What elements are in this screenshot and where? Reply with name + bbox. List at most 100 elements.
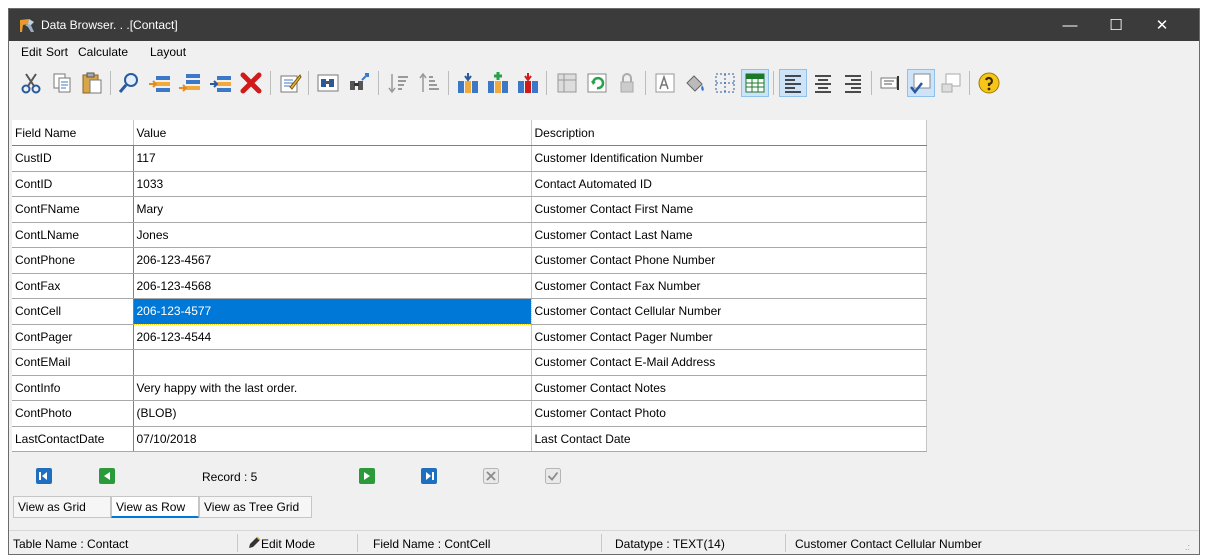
tab-view-as-grid[interactable]: View as Grid <box>13 496 111 518</box>
toolbar-separator <box>871 71 872 95</box>
font-icon[interactable] <box>651 69 679 97</box>
field-name-cell: ContID <box>12 171 134 197</box>
add-column-icon[interactable] <box>454 69 482 97</box>
insert-record-icon[interactable] <box>146 69 174 97</box>
grid-header-row: Field Name Value Description <box>12 120 927 146</box>
find-icon[interactable] <box>115 69 143 97</box>
field-name-cell: ContInfo <box>12 375 134 401</box>
copy-icon[interactable] <box>48 69 76 97</box>
sort-ascending-icon[interactable] <box>384 69 412 97</box>
value-cell[interactable]: (BLOB) <box>133 400 532 427</box>
value-cell[interactable]: 206-123-4544 <box>133 324 532 350</box>
lock-icon[interactable] <box>613 69 641 97</box>
table-row[interactable]: ContPhoto (BLOB) Customer Contact Photo <box>12 400 927 427</box>
align-right-icon[interactable] <box>839 69 867 97</box>
table-row[interactable]: ContEMail Customer Contact E-Mail Address <box>12 349 927 376</box>
insert-row-icon[interactable] <box>207 69 235 97</box>
description-cell: Customer Contact First Name <box>531 196 927 223</box>
table-row[interactable]: CustID 117 Customer Identification Number <box>12 145 927 172</box>
menu-sort[interactable]: Sort <box>46 45 68 59</box>
table-row[interactable]: ContPager 206-123-4544 Customer Contact Pa… <box>12 324 927 350</box>
toolbar-separator <box>645 71 646 95</box>
field-name-cell: ContPhoto <box>12 400 134 427</box>
menu-calculate[interactable]: Calculate <box>78 45 128 59</box>
tab-view-as-tree-grid[interactable]: View as Tree Grid <box>199 496 312 518</box>
last-record-icon[interactable] <box>421 468 437 484</box>
column-header-description[interactable]: Description <box>531 120 927 146</box>
select-all-icon[interactable] <box>711 69 739 97</box>
value-cell[interactable] <box>133 349 532 376</box>
rollback-icon[interactable] <box>937 69 965 97</box>
resize-grip[interactable]: .: <box>1185 542 1190 552</box>
column-header-field-name[interactable]: Field Name <box>12 120 134 146</box>
commit-icon[interactable] <box>907 69 935 97</box>
field-name-cell: ContLName <box>12 222 134 248</box>
table-row[interactable]: ContID 1033 Contact Automated ID <box>12 171 927 197</box>
field-name-cell: CustID <box>12 145 134 172</box>
paste-icon[interactable] <box>78 69 106 97</box>
status-bar: Table Name : Contact Edit Mode Field Nam… <box>9 530 1199 554</box>
prior-record-icon[interactable] <box>99 468 115 484</box>
column-header-value[interactable]: Value <box>133 120 532 146</box>
status-separator <box>357 534 358 552</box>
close-button[interactable]: ✕ <box>1139 9 1185 41</box>
spell-check-icon[interactable] <box>877 69 905 97</box>
minimize-button[interactable]: — <box>1047 9 1093 41</box>
align-left-icon[interactable] <box>779 69 807 97</box>
record-grid[interactable]: Field Name Value Description CustID 117 Cu… <box>12 120 927 452</box>
cut-icon[interactable] <box>17 69 45 97</box>
value-cell[interactable]: Mary <box>133 196 532 223</box>
table-row[interactable]: ContCell 206-123-4577 Customer Contact Cel… <box>12 298 927 325</box>
title-bar[interactable]: Data Browser. . .[Contact] — ☐ ✕ <box>9 9 1199 41</box>
remove-column-icon[interactable] <box>514 69 542 97</box>
table-row[interactable]: ContInfo Very happy with the last order. C… <box>12 375 927 401</box>
tab-view-as-row[interactable]: View as Row <box>111 496 199 518</box>
value-cell[interactable]: 1033 <box>133 171 532 197</box>
help-icon[interactable] <box>975 69 1003 97</box>
status-mode: Edit Mode <box>261 537 316 551</box>
next-record-icon[interactable] <box>359 468 375 484</box>
post-edit-icon[interactable] <box>545 468 561 484</box>
description-cell: Customer Contact Cellular Number <box>531 298 927 325</box>
status-field-name: Field Name : ContCell <box>373 537 491 551</box>
record-navigator: Record : 5 <box>9 464 1199 490</box>
find-next-icon[interactable] <box>345 69 373 97</box>
field-name-cell: ContCell <box>12 298 134 325</box>
table-row[interactable]: ContLName Jones Customer Contact Last Name <box>12 222 927 248</box>
table-properties-icon[interactable] <box>553 69 581 97</box>
table-row[interactable]: ContFax 206-123-4568 Customer Contact Fax … <box>12 273 927 299</box>
value-cell[interactable]: 206-123-4577 <box>132 298 532 325</box>
cancel-edit-icon[interactable] <box>483 468 499 484</box>
edit-memo-icon[interactable] <box>276 69 304 97</box>
append-record-icon[interactable] <box>176 69 204 97</box>
grid-lines-icon[interactable] <box>741 69 769 97</box>
delete-record-icon[interactable] <box>237 69 265 97</box>
table-row[interactable]: ContPhone 206-123-4567 Customer Contact Ph… <box>12 247 927 274</box>
table-row[interactable]: ContFName Mary Customer Contact First Name <box>12 196 927 223</box>
value-cell[interactable]: Very happy with the last order. <box>133 375 532 401</box>
menu-layout[interactable]: Layout <box>150 45 186 59</box>
fill-color-icon[interactable] <box>681 69 709 97</box>
table-row[interactable]: LastContactDate 07/10/2018 Last Contact Da… <box>12 426 927 452</box>
align-center-icon[interactable] <box>809 69 837 97</box>
value-cell[interactable]: 117 <box>133 145 532 172</box>
first-record-icon[interactable] <box>36 468 52 484</box>
value-cell[interactable]: 206-123-4568 <box>133 273 532 299</box>
sort-descending-icon[interactable] <box>415 69 443 97</box>
menu-edit[interactable]: Edit <box>21 45 42 59</box>
find-in-column-icon[interactable] <box>314 69 342 97</box>
field-name-cell: ContEMail <box>12 349 134 376</box>
description-cell: Customer Contact Fax Number <box>531 273 927 299</box>
maximize-button[interactable]: ☐ <box>1093 9 1139 41</box>
status-field-description: Customer Contact Cellular Number <box>795 537 982 551</box>
value-cell[interactable]: Jones <box>133 222 532 248</box>
insert-column-icon[interactable] <box>484 69 512 97</box>
field-name-cell: ContFax <box>12 273 134 299</box>
value-cell[interactable]: 206-123-4567 <box>133 247 532 274</box>
app-logo-icon <box>20 19 34 32</box>
toolbar-separator <box>773 71 774 95</box>
window-title: Data Browser. . .[Contact] <box>41 18 178 32</box>
refresh-icon[interactable] <box>583 69 611 97</box>
value-cell[interactable]: 07/10/2018 <box>133 426 532 452</box>
menu-bar: Edit Sort Calculate Layout <box>9 41 1199 63</box>
